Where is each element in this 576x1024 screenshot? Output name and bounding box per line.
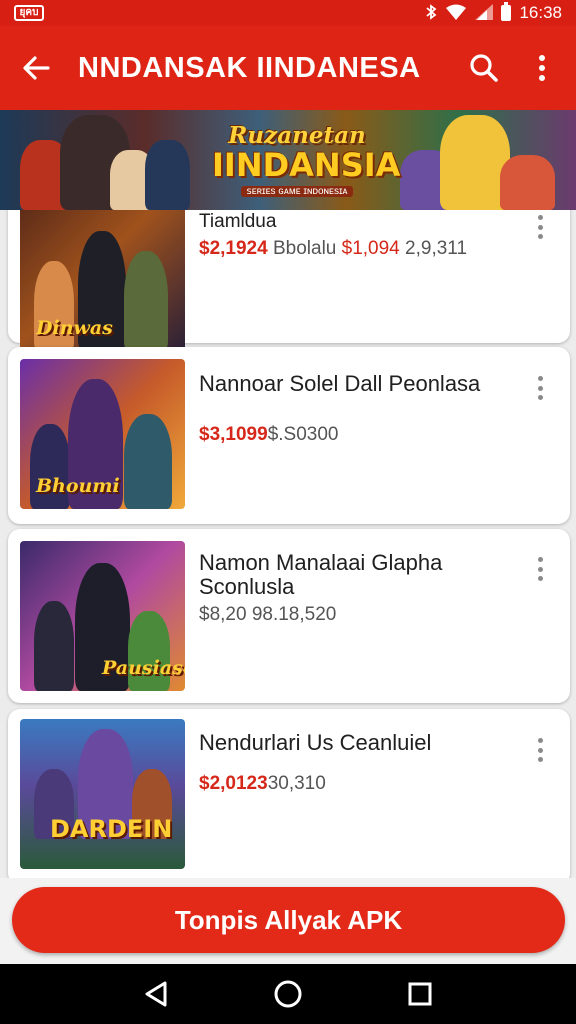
search-icon	[470, 54, 498, 82]
signal-icon	[475, 3, 494, 23]
notification-icon: ยุคบ	[14, 5, 44, 21]
item-menu-button[interactable]	[528, 735, 552, 765]
price-label: Bbolalu	[272, 238, 337, 259]
list-item[interactable]: Bhoumi Nannoar Solel Dall Peonlasa $3,10…	[8, 347, 570, 524]
banner-logo: Ruzanetan IINDANSIA ꜱᴇʀɪᴇs ɢᴀᴍᴇ ɪɴᴅᴏɴᴇsɪ…	[212, 122, 401, 202]
thumbnail-badge: Dinwas	[36, 317, 113, 339]
list-item[interactable]: Dinwas Tiamldua $2,1924 Bbolalu $1,094 2…	[8, 210, 570, 351]
back-triangle-icon	[145, 981, 167, 1007]
bottom-action-bar: Tonpis Allyak APK	[0, 878, 576, 964]
banner-logo-line2: IINDANSIA	[212, 146, 401, 184]
nav-recents-button[interactable]	[400, 974, 440, 1014]
price-secondary: $1,094	[341, 238, 400, 259]
back-arrow-icon	[23, 56, 50, 80]
item-title: Tiamldua	[199, 211, 277, 232]
banner-character	[145, 140, 190, 210]
status-time: 16:38	[519, 3, 562, 22]
item-price: $2,012330,310	[199, 773, 326, 795]
game-thumbnail: Pausiaso	[20, 541, 185, 691]
item-price: $2,1924 Bbolalu $1,094 2,9,311	[199, 238, 467, 260]
item-title: Namon Manalaai Glapha Sconlusla	[199, 550, 443, 599]
banner-logo-tagline: ꜱᴇʀɪᴇs ɢᴀᴍᴇ ɪɴᴅᴏɴᴇsɪᴀ	[240, 186, 354, 197]
home-circle-icon	[274, 980, 302, 1008]
search-button[interactable]	[464, 48, 504, 88]
banner-character	[500, 155, 555, 210]
item-title: Nannoar Solel Dall Peonlasa	[199, 371, 481, 396]
game-list[interactable]: Dinwas Tiamldua $2,1924 Bbolalu $1,094 2…	[0, 210, 576, 878]
item-menu-button[interactable]	[528, 212, 552, 242]
item-title: Nendurlari Us Ceanluiel	[199, 730, 432, 755]
more-options-button[interactable]	[522, 48, 562, 88]
list-item[interactable]: DARDEIN Nendurlari Us Ceanluiel $2,01233…	[8, 709, 570, 878]
page-title: NNDANSAK IINDANESA	[78, 51, 421, 84]
price-primary: $2,0123	[199, 773, 268, 794]
back-button[interactable]	[14, 46, 58, 90]
app-bar: NNDANSAK IINDANESA	[0, 26, 576, 110]
game-thumbnail: Bhoumi	[20, 359, 185, 509]
item-price: $8,20 98.18,520	[199, 604, 336, 626]
thumbnail-badge: DARDEIN	[50, 815, 173, 843]
item-menu-button[interactable]	[528, 373, 552, 403]
more-vert-icon	[539, 55, 545, 81]
price-primary: $3,1099	[199, 424, 268, 445]
system-nav-bar	[0, 964, 576, 1024]
nav-back-button[interactable]	[136, 974, 176, 1014]
wifi-icon	[445, 4, 467, 23]
promo-banner[interactable]: Ruzanetan IINDANSIA ꜱᴇʀɪᴇs ɢᴀᴍᴇ ɪɴᴅᴏɴᴇsɪ…	[0, 110, 576, 210]
recents-square-icon	[408, 982, 432, 1006]
thumbnail-figure	[124, 251, 168, 351]
banner-logo-line1: Ruzanetan	[228, 122, 366, 149]
item-menu-button[interactable]	[528, 554, 552, 584]
price-label: 30,310	[267, 773, 326, 794]
thumbnail-figure	[34, 601, 74, 691]
bluetooth-icon	[425, 3, 437, 23]
status-bar: ยุคบ 16:38	[0, 0, 576, 26]
thumbnail-figure	[124, 414, 172, 509]
thumbnail-badge: Bhoumi	[36, 475, 120, 497]
price-label: $8,20 98.18,520	[199, 604, 337, 625]
thumbnail-figure	[128, 611, 170, 691]
item-price: $3,1099$.S0300	[199, 424, 338, 446]
nav-home-button[interactable]	[268, 974, 308, 1014]
game-thumbnail: DARDEIN	[20, 719, 185, 869]
battery-icon	[501, 2, 512, 21]
list-item[interactable]: Pausiaso Namon Manalaai Glapha Sconlusla…	[8, 529, 570, 703]
thumbnail-badge: Pausiaso	[102, 657, 185, 679]
price-primary: $2,1924	[199, 238, 268, 259]
price-label: $.S0300	[267, 424, 339, 445]
game-thumbnail: Dinwas	[20, 210, 185, 351]
price-extra: 2,9,311	[405, 238, 468, 259]
download-apk-button[interactable]: Tonpis Allyak APK	[12, 887, 565, 953]
